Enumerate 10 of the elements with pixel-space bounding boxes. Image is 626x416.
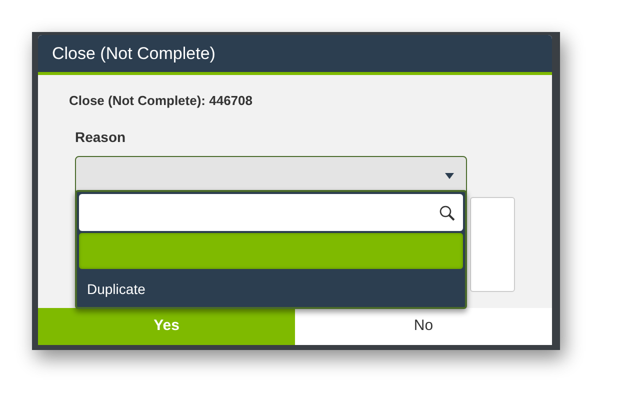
dialog-title: Close (Not Complete): [38, 35, 552, 75]
reason-label: Reason: [75, 128, 127, 146]
search-field[interactable]: [79, 194, 463, 231]
notes-field[interactable]: [470, 197, 515, 292]
dropdown-option[interactable]: [79, 233, 463, 269]
search-icon: [439, 204, 455, 220]
dropdown-option[interactable]: Duplicate: [79, 271, 463, 307]
dialog-subtitle: Close (Not Complete): 446708: [69, 92, 254, 110]
no-button[interactable]: No: [295, 308, 552, 345]
caret-icon: [445, 172, 454, 178]
